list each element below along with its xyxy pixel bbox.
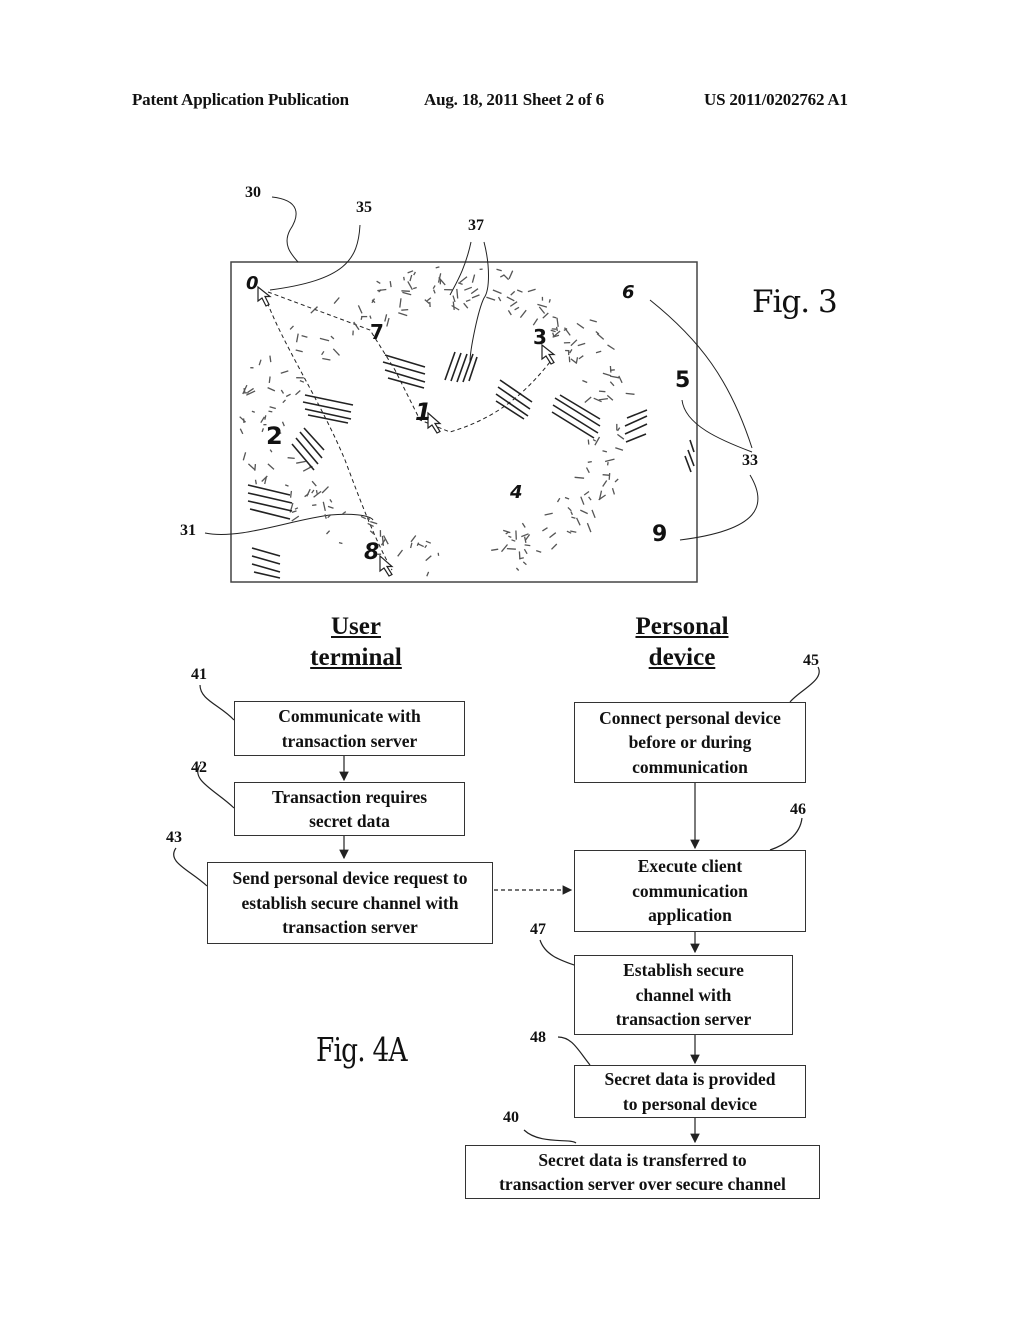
- leader-47: [539, 939, 575, 966]
- leader-40: [523, 1129, 577, 1144]
- ref-43: 43: [166, 829, 182, 846]
- step-46-box: Execute client communication application: [574, 850, 806, 932]
- step-47-box: Establish secure channel with transactio…: [574, 955, 793, 1035]
- step-45-box: Connect personal device before or during…: [574, 702, 806, 783]
- ref-46: 46: [790, 801, 806, 818]
- step-40-box: Secret data is transferred to transactio…: [465, 1145, 820, 1199]
- ref-48: 48: [530, 1029, 546, 1046]
- leader-46: [769, 817, 803, 851]
- step-48-box: Secret data is provided to personal devi…: [574, 1065, 806, 1118]
- step-41-box: Communicate with transaction server: [234, 701, 465, 756]
- ref-42: 42: [191, 759, 207, 776]
- step-42-box: Transaction requires secret data: [234, 782, 465, 836]
- fig4a-label: Fig. 4A: [316, 1030, 408, 1069]
- leader-48: [557, 1036, 591, 1066]
- ref-41: 41: [191, 666, 207, 683]
- leader-43: [173, 847, 208, 887]
- leader-45: [789, 666, 820, 703]
- step-43-box: Send personal device request to establis…: [207, 862, 493, 944]
- ref-40: 40: [503, 1109, 519, 1126]
- leader-41: [199, 684, 235, 721]
- ref-47: 47: [530, 921, 546, 938]
- ref-45: 45: [803, 652, 819, 669]
